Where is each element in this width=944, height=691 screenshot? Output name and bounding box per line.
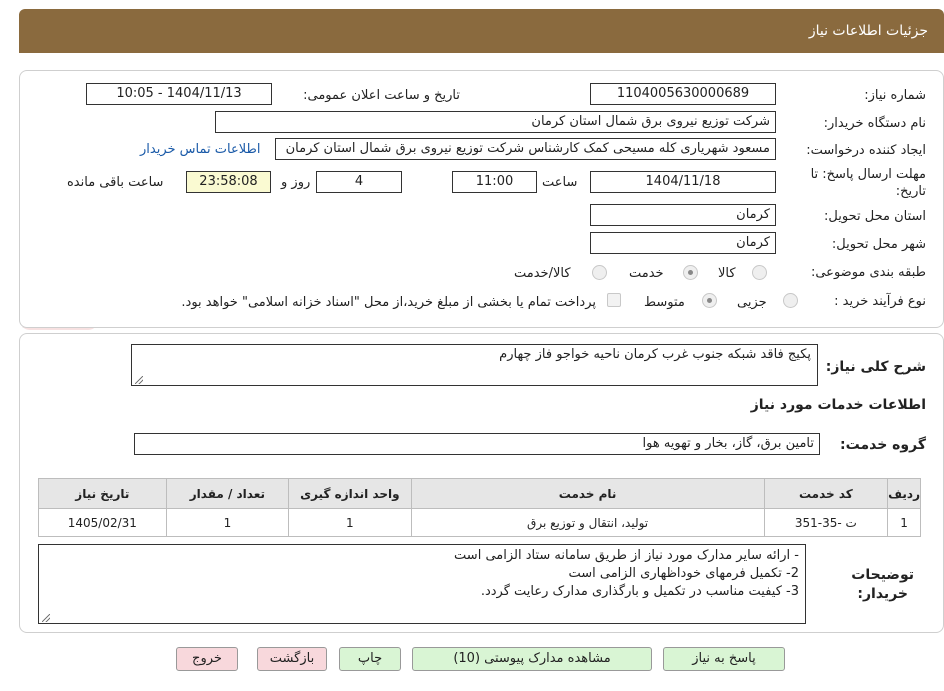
cell-service-name: تولید، انتقال و توزیع برق [410,508,765,537]
buyer-note-line: 2- تکمیل فرمهای خوداظهاری الزامی است [568,566,799,581]
col-header-row-number: ردیف [887,478,921,509]
need-number-label: شماره نیاز: [864,88,926,103]
buyer-notes-field[interactable]: - ارائه سایر مدارک مورد نیاز از طریق سام… [38,544,806,624]
need-info-panel [19,70,944,328]
purchase-type-label: نوع فرآیند خرید : [834,294,926,309]
cell-unit: 1 [288,508,412,537]
resize-handle-icon[interactable] [135,376,143,384]
purchase-medium-radio[interactable] [702,293,717,308]
print-button[interactable]: چاپ [339,647,401,671]
service-group-label: گروه خدمت: [840,437,926,453]
category-service-label: خدمت [629,266,664,281]
col-header-service-name: نام خدمت [410,478,765,509]
service-group-field[interactable]: تامین برق، گاز، بخار و تهویه هوا [134,433,820,455]
page-title: جزئیات اطلاعات نیاز [808,23,928,39]
col-header-unit: واحد اندازه گیری [288,478,412,509]
category-goods-service-label: کالا/خدمت [514,266,571,281]
announce-label: تاریخ و ساعت اعلان عمومی: [303,88,460,103]
exit-button[interactable]: خروج [176,647,238,671]
category-label: طبقه بندی موضوعی: [810,265,926,280]
buyer-note-line: 3- کیفیت مناسب در تکمیل و بارگذاری مدارک… [480,584,799,599]
deadline-time-label: ساعت [542,175,578,190]
purchase-minor-radio[interactable] [783,293,798,308]
cell-service-code: ت -35-351 [763,508,889,537]
delivery-province-label: استان محل تحویل: [824,209,926,224]
purchase-medium-label: متوسط [644,295,685,310]
announce-field[interactable]: 1404/11/13 - 10:05 [86,83,272,105]
deadline-date-field[interactable]: 1404/11/18 [590,171,776,193]
services-table-wrap: ردیف کد خدمت نام خدمت واحد اندازه گیری ت… [38,478,921,537]
cell-need-date: 1405/02/31 [38,508,167,537]
requester-field[interactable]: مسعود شهریاری کله مسیحی کمک کارشناس شرکت… [275,138,776,160]
resize-handle-icon[interactable] [42,614,50,622]
buyer-org-field[interactable]: شرکت توزیع نیروی برق شمال استان کرمان [215,111,776,133]
buyer-note-line: - ارائه سایر مدارک مورد نیاز از طریق سام… [454,548,799,563]
buyer-notes-label: توضیحات [851,567,914,583]
services-title: اطلاعات خدمات مورد نیاز [750,397,926,413]
table-row[interactable]: 1 ت -35-351 تولید، انتقال و توزیع برق 1 … [38,508,921,537]
deadline-label-2: تاریخ: [895,184,926,199]
delivery-city-field[interactable]: کرمان [590,232,776,254]
attachments-button[interactable]: مشاهده مدارک پیوستی (10) [412,647,652,671]
requester-label: ایجاد کننده درخواست: [806,143,926,158]
days-remaining-field[interactable]: 4 [316,171,402,193]
remaining-time-field: 23:58:08 [186,171,271,193]
need-number-field[interactable]: 1104005630000689 [590,83,776,105]
page-header: جزئیات اطلاعات نیاز [19,9,944,53]
category-goods-radio[interactable] [752,265,767,280]
deadline-time-field[interactable]: 11:00 [452,171,537,193]
treasury-checkbox[interactable] [607,293,621,307]
cell-row-number: 1 [887,508,921,537]
col-header-service-code: کد خدمت [763,478,889,509]
cell-quantity: 1 [165,508,290,537]
buyer-contact-link[interactable]: اطلاعات تماس خریدار [140,142,260,157]
delivery-city-label: شهر محل تحویل: [831,237,926,252]
reply-button[interactable]: پاسخ به نیاز [663,647,785,671]
description-field[interactable]: پکیج فاقد شبکه جنوب غرب کرمان ناحیه خواج… [131,344,818,386]
col-header-quantity: تعداد / مقدار [165,478,290,509]
treasury-note: پرداخت تمام یا بخشی از مبلغ خرید،از محل … [181,295,596,310]
buyer-notes-label-2: خریدار: [857,586,908,602]
buyer-org-label: نام دستگاه خریدار: [823,116,926,131]
purchase-minor-label: جزیی [737,295,767,310]
category-goods-label: کالا [718,266,736,281]
col-header-need-date: تاریخ نیاز [38,478,167,509]
table-header-row: ردیف کد خدمت نام خدمت واحد اندازه گیری ت… [38,478,921,509]
days-label: روز و [281,175,311,190]
back-button[interactable]: بازگشت [257,647,327,671]
remaining-label: ساعت باقی مانده [67,175,164,190]
category-goods-service-radio[interactable] [592,265,607,280]
description-label: شرح کلی نیاز: [825,359,926,375]
delivery-province-field[interactable]: کرمان [590,204,776,226]
services-table: ردیف کد خدمت نام خدمت واحد اندازه گیری ت… [38,478,921,537]
description-text: پکیج فاقد شبکه جنوب غرب کرمان ناحیه خواج… [499,347,811,362]
deadline-label: مهلت ارسال پاسخ: تا [810,167,926,182]
category-service-radio[interactable] [683,265,698,280]
